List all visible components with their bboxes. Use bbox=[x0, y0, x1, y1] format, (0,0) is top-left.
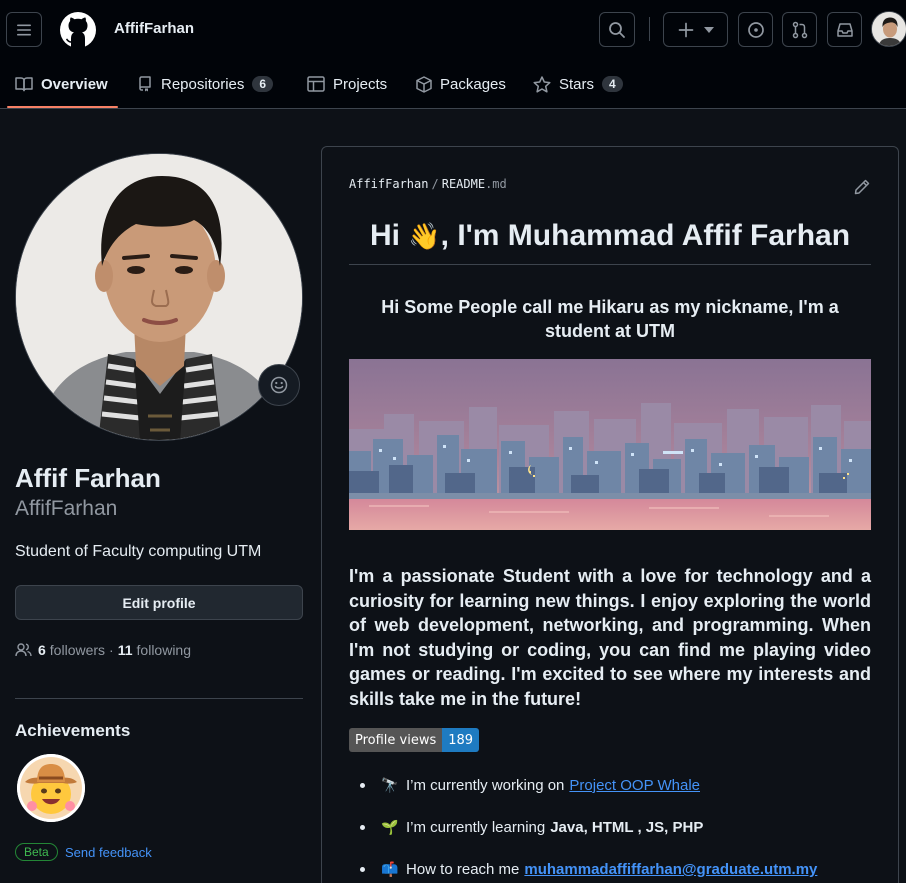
pixel-city-art bbox=[349, 359, 871, 530]
followers-link[interactable]: 6 followers bbox=[32, 642, 105, 658]
project-link[interactable]: Project OOP Whale bbox=[569, 777, 700, 794]
pull-requests-button[interactable] bbox=[782, 12, 817, 47]
followers-label: followers bbox=[49, 642, 106, 658]
readme-subheading: Hi Some People call me Hikaru as my nick… bbox=[381, 297, 839, 341]
stars-count: 4 bbox=[602, 76, 623, 92]
tab-overview-label: Overview bbox=[41, 75, 108, 93]
header-divider bbox=[649, 17, 650, 41]
tab-projects-label: Projects bbox=[333, 75, 388, 93]
tab-overview[interactable]: Overview bbox=[15, 60, 108, 108]
city-banner-image bbox=[349, 359, 871, 530]
book-icon bbox=[15, 77, 33, 92]
search-button[interactable] bbox=[599, 12, 635, 47]
set-status-button[interactable] bbox=[258, 364, 300, 406]
profile-login: AffifFarhan bbox=[15, 497, 118, 520]
profile-bio: Student of Faculty computing UTM bbox=[15, 543, 262, 560]
edit-profile-button[interactable]: Edit profile bbox=[15, 585, 303, 620]
readme-heading-text: , I'm Muhammad Affif Farhan bbox=[440, 219, 851, 252]
list-item: 🌱 I’m currently learning Java, HTML , JS… bbox=[360, 819, 703, 836]
avatar-image-small bbox=[872, 12, 906, 46]
mailbox-icon: 📫 bbox=[381, 861, 399, 878]
achievements-heading: Achievements bbox=[15, 721, 131, 740]
heading-rule bbox=[349, 264, 871, 265]
list-item: 🔭 I’m currently working on Project OOP W… bbox=[360, 777, 700, 794]
package-icon bbox=[416, 75, 432, 93]
user-avatar-menu[interactable] bbox=[871, 11, 906, 47]
list-item: 📫 How to reach me muhammadaffiffarhan@gr… bbox=[360, 861, 817, 878]
yolo-achievement-icon bbox=[17, 754, 85, 822]
people-icon bbox=[15, 643, 32, 657]
pencil-icon[interactable] bbox=[854, 179, 870, 195]
table-icon bbox=[307, 76, 325, 92]
readme-path-user[interactable]: AffifFarhan bbox=[349, 177, 428, 191]
learning-list: Java, HTML , JS, PHP bbox=[550, 819, 704, 836]
repo-icon bbox=[139, 76, 151, 92]
plus-icon bbox=[678, 22, 693, 37]
readme-path-ext: .md bbox=[485, 177, 507, 191]
repositories-count: 6 bbox=[252, 76, 274, 92]
issues-button[interactable] bbox=[738, 12, 773, 47]
profile-views-label: Profile views bbox=[349, 728, 443, 752]
readme-path: AffifFarhan / README.md bbox=[349, 177, 507, 191]
readme-heading: Hi 👋, I'm Muhammad Affif Farhan bbox=[349, 219, 871, 253]
git-pull-request-icon bbox=[792, 21, 807, 38]
following-label: following bbox=[136, 642, 192, 658]
follow-stats: 6 followers · 11 following bbox=[15, 642, 191, 658]
tab-packages[interactable]: Packages bbox=[416, 60, 506, 108]
profile-fullname: Affif Farhan bbox=[15, 463, 161, 493]
email-link[interactable]: muhammadaffiffarhan@graduate.utm.my bbox=[524, 861, 817, 878]
issue-opened-icon bbox=[747, 21, 764, 38]
telescope-icon: 🔭 bbox=[381, 777, 399, 794]
bullet bbox=[360, 825, 365, 830]
bullet bbox=[360, 867, 365, 872]
list-item-text: I’m currently learning bbox=[406, 819, 546, 836]
tab-stars-label: Stars bbox=[559, 75, 595, 93]
readme-card: AffifFarhan / README.md Hi 👋, I'm Muhammad… bbox=[321, 146, 899, 883]
active-tab-indicator bbox=[7, 106, 118, 108]
smiley-icon bbox=[270, 376, 288, 394]
inbox-icon bbox=[836, 22, 853, 37]
tab-packages-label: Packages bbox=[440, 75, 506, 93]
list-item-text: I’m currently working on bbox=[406, 777, 565, 794]
tab-repositories[interactable]: Repositories 6 bbox=[137, 60, 274, 108]
seedling-icon: 🌱 bbox=[381, 819, 399, 836]
achievement-badge[interactable] bbox=[17, 754, 85, 822]
readme-heading-pre: Hi bbox=[369, 219, 409, 252]
profile-views-badge: Profile views 189 bbox=[349, 728, 480, 752]
follow-separator: · bbox=[109, 642, 114, 658]
following-link[interactable]: 11 following bbox=[118, 642, 191, 658]
send-feedback-link[interactable]: Send feedback bbox=[65, 845, 152, 860]
beta-label: Beta bbox=[15, 843, 58, 861]
profile-views-count: 189 bbox=[442, 728, 480, 752]
readme-paragraph: I'm a passionate Student with a love for… bbox=[349, 566, 871, 709]
header-username[interactable]: AffifFarhan bbox=[114, 20, 194, 37]
tab-projects[interactable]: Projects bbox=[307, 60, 387, 108]
tab-repositories-label: Repositories bbox=[161, 75, 245, 93]
inbox-button[interactable] bbox=[827, 12, 862, 47]
readme-path-separator: / bbox=[431, 177, 439, 191]
triangle-down-icon bbox=[703, 26, 714, 33]
github-logo-icon[interactable] bbox=[59, 11, 97, 49]
create-new-button[interactable] bbox=[663, 12, 728, 47]
tab-stars[interactable]: Stars 4 bbox=[533, 60, 623, 108]
menu-button[interactable] bbox=[6, 12, 42, 47]
search-icon bbox=[609, 21, 625, 38]
waving-hand-icon: 👋 bbox=[408, 222, 441, 252]
profile-tab-nav: Overview Repositories 6 Projects Package… bbox=[0, 60, 906, 109]
profile-avatar[interactable] bbox=[15, 153, 303, 441]
star-icon bbox=[533, 75, 551, 93]
global-header: AffifFarhan bbox=[0, 0, 906, 60]
followers-count: 6 bbox=[38, 642, 46, 658]
hamburger-icon bbox=[17, 24, 31, 35]
bullet bbox=[360, 783, 365, 788]
sidebar-divider bbox=[15, 698, 303, 699]
profile-photo bbox=[16, 154, 302, 440]
following-count: 11 bbox=[117, 642, 133, 658]
list-item-text: How to reach me bbox=[406, 861, 520, 878]
readme-path-file[interactable]: README bbox=[442, 177, 485, 191]
